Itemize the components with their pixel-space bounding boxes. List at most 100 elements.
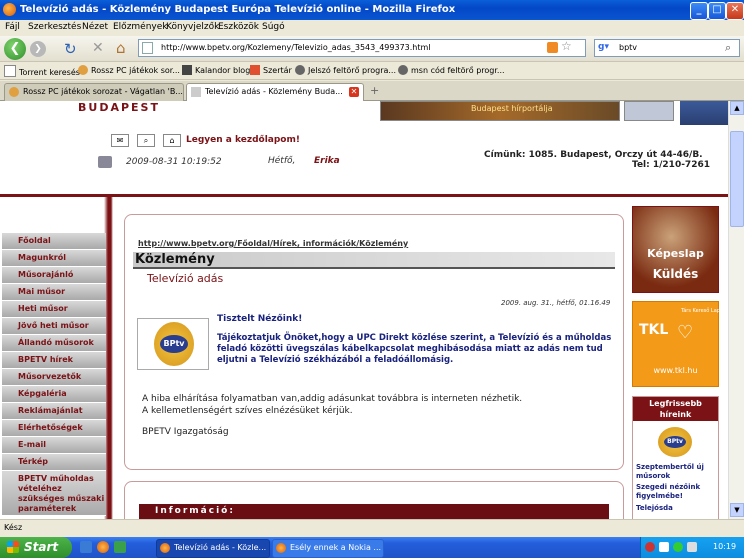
tab-televizio-adas[interactable]: Televízió adás - Közlemény Buda... ✕	[186, 83, 364, 101]
bookmark-rossz-pc[interactable]: Rossz PC játékok sor...	[78, 65, 180, 75]
kepeslap-banner[interactable]: Képeslap Küldés	[632, 206, 719, 293]
maximize-button[interactable]: □	[708, 2, 726, 20]
menu-view[interactable]: Nézet	[82, 22, 108, 32]
news-box: Legfrissebb híreink BPtv Szeptembertől ú…	[632, 396, 719, 519]
scroll-up-icon[interactable]: ▲	[730, 101, 744, 115]
bookmark-msn[interactable]: msn cód feltörő progr...	[398, 65, 505, 75]
reload-icon[interactable]: ↻	[64, 40, 77, 58]
firefox-icon	[160, 543, 170, 553]
search-box[interactable]: g▾ bptv ⌕	[594, 39, 740, 57]
nav-item-kepgaleria[interactable]: Képgaléria	[2, 386, 106, 403]
nav-item-magunkrol[interactable]: Magunkról	[2, 250, 106, 267]
breadcrumb[interactable]: http://www.bpetv.org/Főoldal/Hírek, info…	[138, 239, 408, 248]
bookmark-torrent[interactable]: Torrent keresés	[4, 65, 80, 77]
menu-history[interactable]: Előzmények	[113, 22, 168, 32]
search-icon[interactable]: ⌕	[137, 134, 155, 147]
nav-item-allando-musorok[interactable]: Állandó műsorok	[2, 335, 106, 352]
forward-icon[interactable]: ❯	[30, 41, 46, 57]
news-item[interactable]: Szegedi nézőink figyelmébe!	[636, 483, 716, 501]
tray-icon[interactable]	[673, 542, 683, 552]
current-day: Hétfő,	[268, 156, 296, 166]
url-bar[interactable]: http://www.bpetv.org/Kozlemeny/Televizio…	[138, 39, 586, 57]
site-icon	[182, 65, 192, 75]
taskbar-item-nokia[interactable]: Esély ennek a Nokia ...	[272, 539, 384, 558]
article-heading: Közlemény	[135, 252, 215, 267]
nav-item-fooldal[interactable]: Főoldal	[2, 233, 106, 250]
home-icon[interactable]: ⌂	[163, 134, 181, 147]
nav-item-musorvezetok[interactable]: Műsorvezetők	[2, 369, 106, 386]
scroll-down-icon[interactable]: ▼	[730, 503, 744, 517]
nav-item-reklamajanlat[interactable]: Reklámajánlat	[2, 403, 106, 420]
logo-bptv-mark: BPtv	[664, 436, 686, 448]
tab-rossz-pc[interactable]: Rossz PC játékok sorozat - Vágatlan 'B..…	[4, 83, 184, 101]
tkl-banner[interactable]: Társ Kereső Lap TKL ♡ www.tkl.hu	[632, 301, 720, 387]
article-lead: Tájékoztatjuk Önöket,hogy a UPC Direkt k…	[217, 333, 612, 365]
google-icon[interactable]: g▾	[598, 42, 609, 52]
nav-item-jovo-heti-musor[interactable]: Jövő heti műsor	[2, 318, 106, 335]
star-icon[interactable]: ☆	[561, 39, 572, 53]
quicklaunch-ie-icon[interactable]	[80, 541, 92, 553]
menu-tools[interactable]: Eszközök	[218, 22, 259, 32]
search-input[interactable]: bptv	[619, 43, 637, 52]
bookmark-jelszo[interactable]: Jelszó feltörő progra...	[295, 65, 396, 75]
news-item[interactable]: Telejósda	[636, 504, 716, 513]
back-icon[interactable]: ❮	[4, 38, 26, 60]
minimize-button[interactable]: _	[690, 2, 708, 20]
nav-item-bpetv-hirek[interactable]: BPETV hírek	[2, 352, 106, 369]
banner-edge	[680, 101, 728, 125]
site-city: BUDAPEST	[78, 101, 160, 114]
volume-icon[interactable]	[687, 542, 697, 552]
homepage-link[interactable]: Legyen a kezdőlapom!	[186, 135, 300, 145]
nav-item-terkep[interactable]: Térkép	[2, 454, 106, 471]
stop-icon[interactable]: ✕	[92, 40, 104, 56]
banner-thumbnail[interactable]	[624, 101, 674, 121]
web-page: BUDAPEST Budapest hírportálja ✉ ⌕ ⌂ Legy…	[0, 101, 728, 519]
status-text: Kész	[4, 523, 23, 532]
search-icon[interactable]: ⌕	[725, 41, 731, 55]
site-banner[interactable]: Budapest hírportálja	[380, 101, 620, 121]
nav-item-email[interactable]: E-mail	[2, 437, 106, 454]
close-button[interactable]: ✕	[726, 2, 744, 20]
status-bar: Kész	[0, 519, 744, 537]
bookmark-szertar[interactable]: Szertár	[250, 65, 292, 75]
article-greeting: Tisztelt Nézőink!	[217, 314, 303, 324]
vertical-scrollbar[interactable]: ▲ ▼	[728, 101, 744, 519]
scroll-thumb[interactable]	[730, 131, 744, 227]
nav-item-muszaki-parameterek[interactable]: BPETV műholdas vételéhez szükséges műsza…	[2, 471, 106, 516]
rss-icon[interactable]	[547, 42, 558, 53]
menu-help[interactable]: Súgó	[262, 22, 285, 32]
menu-bookmarks[interactable]: Könyvjelzők	[166, 22, 219, 32]
url-text: http://www.bpetv.org/Kozlemeny/Televizio…	[161, 43, 431, 52]
nav-item-heti-musor[interactable]: Heti műsor	[2, 301, 106, 318]
new-tab-button[interactable]: +	[370, 84, 379, 97]
nav-item-elerhetosegek[interactable]: Elérhetőségek	[2, 420, 106, 437]
calendar-icon	[98, 156, 112, 168]
home-icon[interactable]: ⌂	[116, 39, 126, 57]
menu-file[interactable]: Fájl	[5, 22, 20, 32]
site-icon	[250, 65, 260, 75]
news-bptv-logo: BPtv	[658, 427, 692, 457]
start-button[interactable]: Start	[0, 537, 72, 558]
mail-icon[interactable]: ✉	[111, 134, 129, 147]
menu-edit[interactable]: Szerkesztés	[28, 22, 81, 32]
article-body-1: A hiba elhárítása folyamatban van,addig …	[142, 394, 523, 404]
kuldes-text: Küldés	[652, 267, 699, 281]
page-icon	[4, 65, 16, 77]
quicklaunch-firefox-icon[interactable]	[97, 541, 109, 553]
bookmark-kalandor[interactable]: Kalandor blog	[182, 65, 250, 75]
news-item[interactable]: Szeptembertől új műsorok	[636, 463, 716, 481]
kepeslap-text: Képeslap	[647, 247, 704, 260]
tab-bar: Rossz PC játékok sorozat - Vágatlan 'B..…	[0, 81, 744, 101]
nav-item-mai-musor[interactable]: Mai műsor	[2, 284, 106, 301]
tkl-subtitle: Társ Kereső Lap	[681, 308, 720, 314]
taskbar-item-firefox[interactable]: Televízió adás - Közle...	[156, 539, 270, 558]
page-icon	[142, 42, 153, 54]
nav-item-musorajanlo[interactable]: Műsorajánló	[2, 267, 106, 284]
tray-icon[interactable]	[645, 542, 655, 552]
sidebar: Főoldal Magunkról Műsorajánló Mai műsor …	[0, 197, 118, 519]
tray-icon[interactable]	[659, 542, 669, 552]
news-title: Legfrissebb híreink	[633, 397, 718, 421]
quicklaunch-app-icon[interactable]	[114, 541, 126, 553]
windows-logo-icon	[7, 541, 19, 553]
tab-close-icon[interactable]: ✕	[349, 87, 359, 97]
